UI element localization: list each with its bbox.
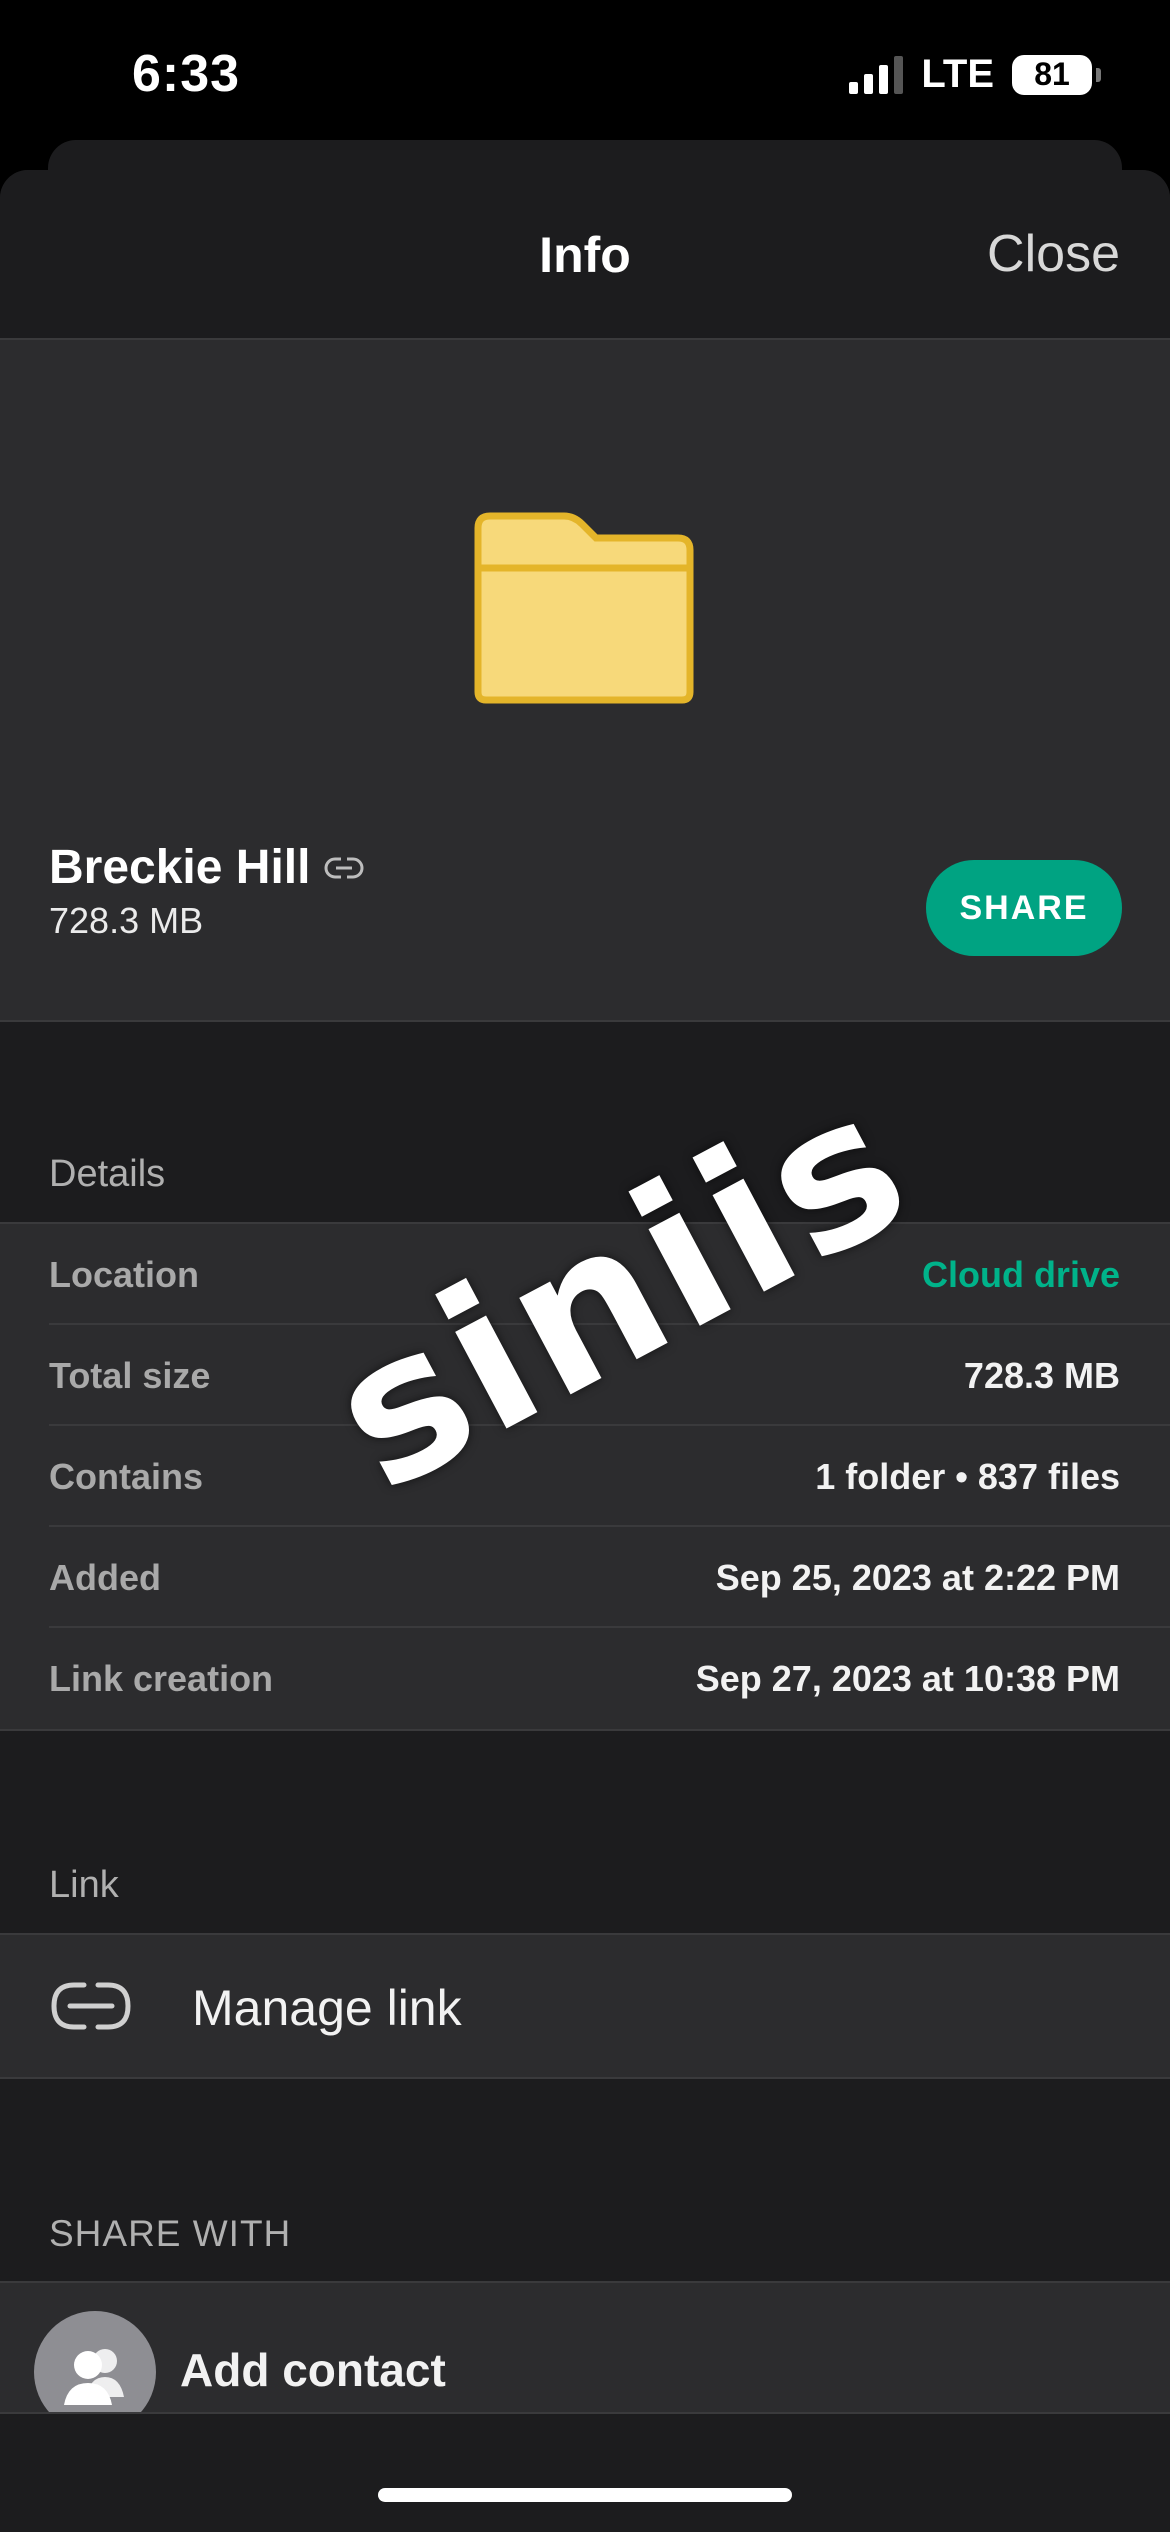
manage-link-label: Manage link [192, 1980, 462, 2036]
status-bar: 6:33 LTE 81 [0, 0, 1170, 150]
status-indicators: LTE 81 [849, 52, 1101, 97]
bottom-safe-area [0, 2412, 1170, 2532]
detail-value: Sep 27, 2023 at 10:38 PM [695, 1658, 1120, 1699]
battery-icon: 81 [1012, 54, 1101, 95]
share-with-section-header: SHARE WITH [0, 2079, 1170, 2281]
detail-value: 728.3 MB [963, 1355, 1120, 1396]
detail-key: Total size [49, 1355, 211, 1396]
details-section-header: Details [0, 1022, 1170, 1222]
details-section-label: Details [49, 1153, 166, 1195]
cellular-signal-icon [849, 55, 904, 94]
detail-row-location[interactable]: Location Cloud drive [49, 1224, 1170, 1325]
chain-link-icon [51, 1982, 131, 2030]
battery-level: 81 [1034, 56, 1070, 92]
detail-value: Sep 25, 2023 at 2:22 PM [715, 1557, 1120, 1598]
link-icon [324, 856, 364, 879]
info-sheet: Info Close Breckie Hill 728.3 MB SHARE D… [0, 170, 1170, 2532]
add-contact-row[interactable]: Add contact [0, 2281, 1170, 2433]
detail-value: 1 folder • 837 files [815, 1456, 1120, 1497]
detail-key: Contains [49, 1456, 204, 1497]
network-type: LTE [921, 52, 994, 96]
item-summary: Breckie Hill 728.3 MB SHARE [0, 340, 1170, 1022]
manage-link-row[interactable]: Manage link [0, 1933, 1170, 2079]
close-button[interactable]: Close [987, 224, 1120, 284]
detail-key: Added [49, 1557, 161, 1598]
link-section-label: Link [49, 1864, 119, 1906]
detail-key: Location [49, 1254, 199, 1295]
share-with-section-label: SHARE WITH [49, 2213, 292, 2254]
detail-row-link-creation: Link creation Sep 27, 2023 at 10:38 PM [49, 1628, 1170, 1729]
detail-key: Link creation [49, 1658, 274, 1699]
item-name: Breckie Hill [49, 841, 311, 894]
location-link[interactable]: Cloud drive [922, 1254, 1120, 1296]
detail-row-total-size: Total size 728.3 MB [49, 1325, 1170, 1426]
status-time: 6:33 [132, 45, 241, 103]
details-list: Location Cloud drive Total size 728.3 MB… [0, 1222, 1170, 1731]
share-button[interactable]: SHARE [926, 860, 1122, 956]
item-name-row: Breckie Hill [49, 840, 364, 895]
detail-row-contains: Contains 1 folder • 837 files [49, 1426, 1170, 1527]
detail-row-added: Added Sep 25, 2023 at 2:22 PM [49, 1527, 1170, 1628]
link-section-header: Link [0, 1731, 1170, 1933]
home-indicator[interactable] [378, 2488, 792, 2502]
item-size: 728.3 MB [49, 900, 204, 941]
folder-icon [474, 512, 694, 704]
sheet-header: Info Close [0, 170, 1170, 340]
add-contact-label: Add contact [180, 2344, 446, 2396]
